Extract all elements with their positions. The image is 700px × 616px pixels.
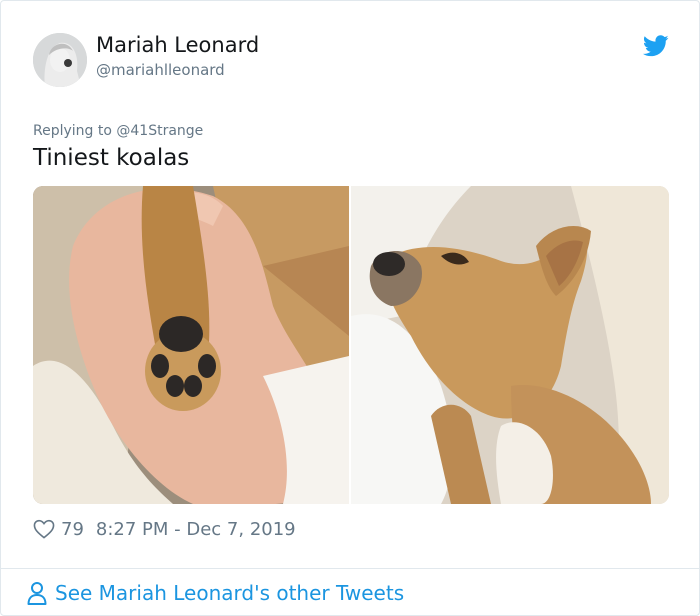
person-icon (27, 582, 47, 605)
author-name[interactable]: Mariah Leonard (96, 33, 259, 57)
photo-sleeping-dog[interactable] (351, 186, 669, 504)
see-other-tweets-label: See Mariah Leonard's other Tweets (55, 581, 405, 605)
photo-paw-in-hand[interactable] (33, 186, 349, 504)
twitter-bird-icon[interactable] (643, 35, 669, 57)
avatar[interactable] (33, 33, 87, 87)
tweet-timestamp[interactable]: 8:27 PM - Dec 7, 2019 (96, 519, 296, 540)
see-other-tweets-link[interactable]: See Mariah Leonard's other Tweets (27, 579, 404, 607)
author-handle[interactable]: @mariahlleonard (96, 61, 225, 79)
replying-to-handle-link[interactable]: @41Strange (116, 123, 203, 139)
tweet-card: Mariah Leonard @mariahlleonard Replying … (0, 0, 700, 616)
heart-icon[interactable] (33, 519, 55, 539)
tweet-meta: 79 8:27 PM - Dec 7, 2019 (33, 517, 296, 541)
tweet-text: Tiniest koalas (33, 145, 190, 171)
like-count[interactable]: 79 (61, 519, 84, 540)
replying-to: Replying to @41Strange (33, 123, 203, 139)
replying-to-prefix: Replying to (33, 123, 117, 139)
divider (1, 568, 699, 569)
tweet-media (33, 186, 669, 504)
